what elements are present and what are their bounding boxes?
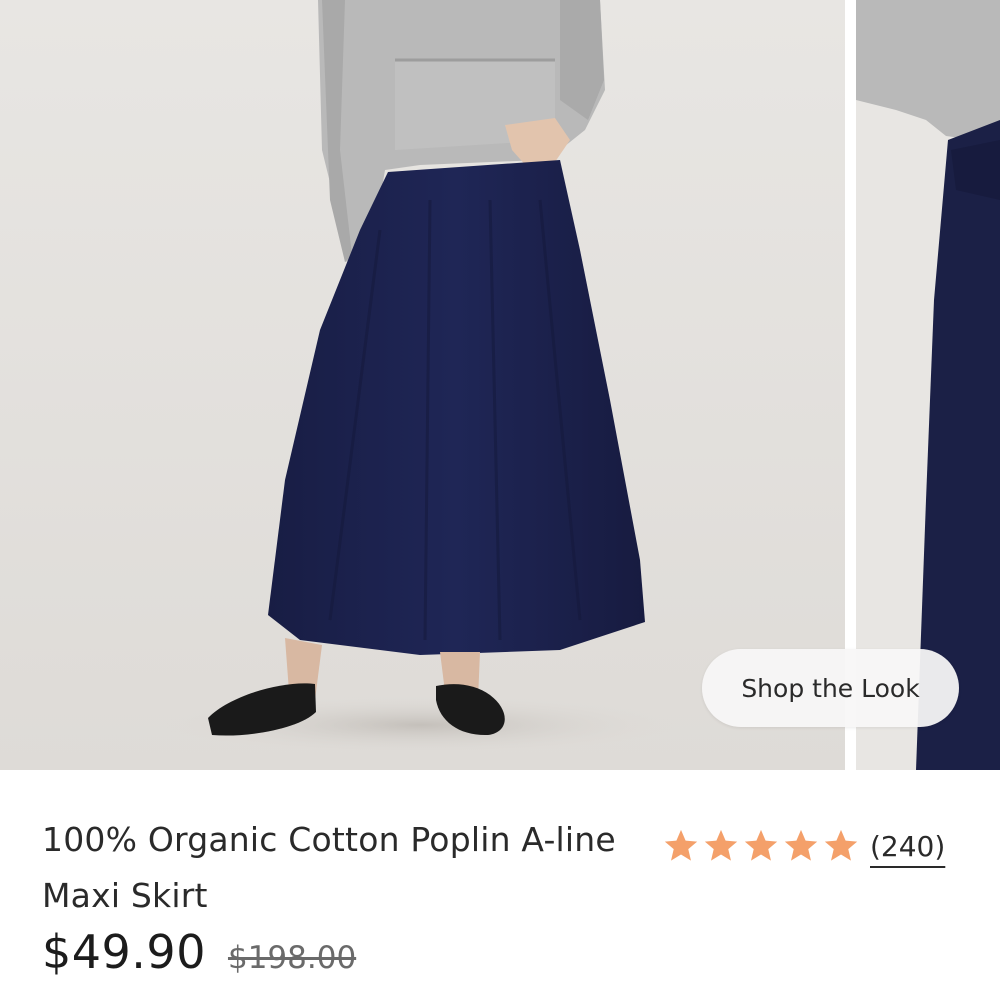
star-icon [824, 829, 858, 861]
product-rating[interactable]: (240) [662, 824, 945, 868]
review-count-link[interactable]: (240) [870, 830, 945, 863]
star-icon [744, 829, 778, 861]
model-wearing-skirt-image [0, 0, 845, 770]
star-rating [662, 827, 860, 865]
price-row: $49.90 $198.00 [42, 925, 356, 979]
original-price: $198.00 [227, 940, 357, 976]
star-icon [664, 829, 698, 861]
star-icon [704, 829, 738, 861]
product-title: 100% Organic Cotton Poplin A-line Maxi S… [42, 820, 616, 915]
product-image-main[interactable] [0, 0, 845, 770]
sale-price: $49.90 [42, 925, 206, 979]
product-image-carousel[interactable]: Shop the Look [0, 0, 1000, 770]
star-icon [784, 829, 818, 861]
shop-the-look-button[interactable]: Shop the Look [702, 649, 959, 727]
